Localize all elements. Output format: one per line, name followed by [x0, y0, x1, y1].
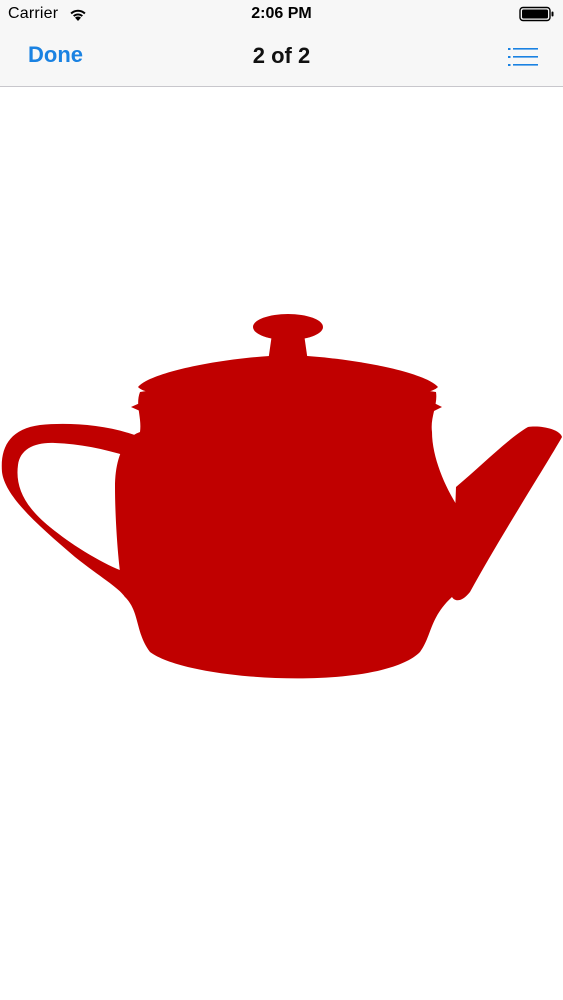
- preview-content: [0, 87, 563, 1000]
- clock-time: 2:06 PM: [251, 5, 312, 22]
- quicklook-screen: Carrier 2:06 PM Done 2 of 2: [0, 0, 563, 1000]
- list-icon[interactable]: [507, 45, 539, 69]
- navigation-bar: Done 2 of 2: [0, 30, 563, 87]
- teapot-image: [1, 314, 562, 679]
- page-counter-title: 2 of 2: [252, 43, 311, 68]
- battery-icon: [519, 6, 554, 22]
- status-bar: Carrier 2:06 PM: [0, 0, 563, 30]
